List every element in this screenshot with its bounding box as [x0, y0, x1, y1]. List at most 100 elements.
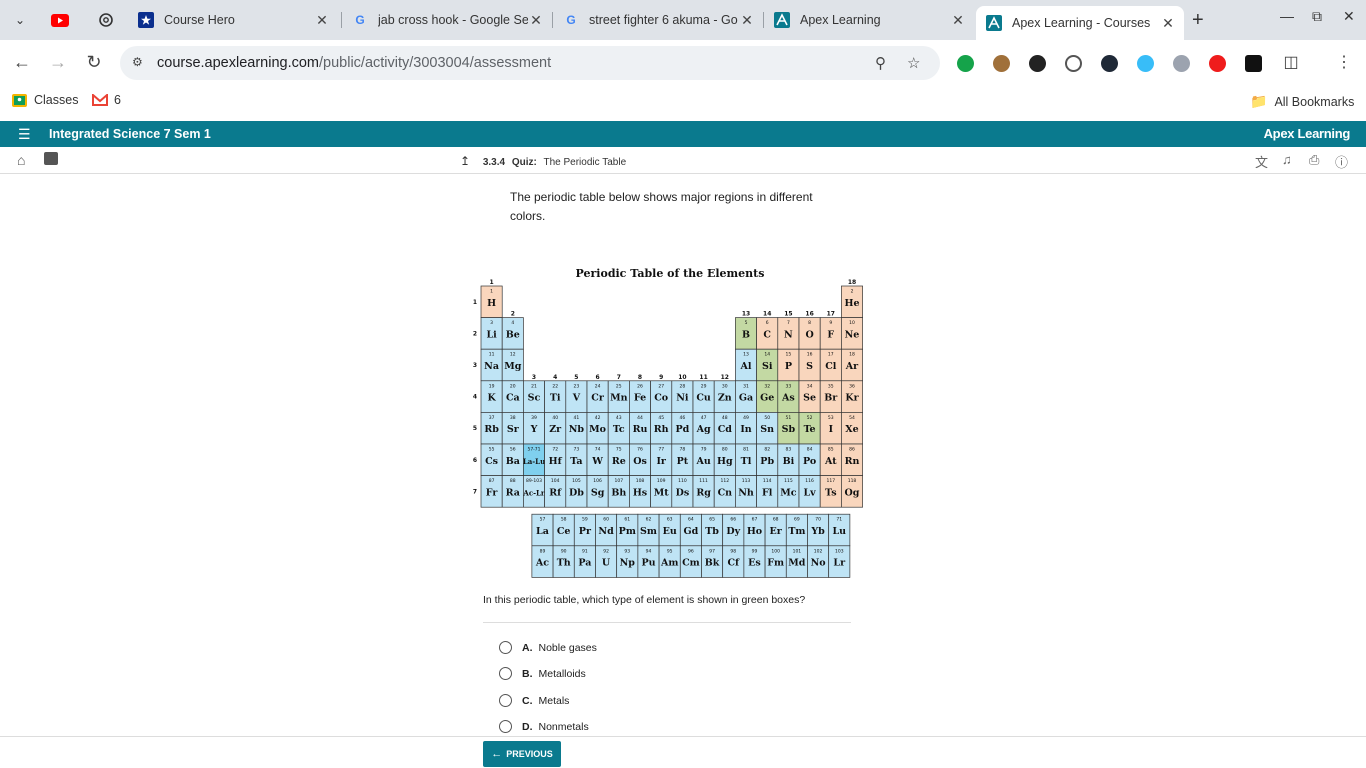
- element-symbol: Nb: [569, 424, 585, 435]
- close-icon: ✕: [1343, 8, 1355, 24]
- element-symbol: Pr: [579, 526, 592, 537]
- all-bookmarks-button[interactable]: 📁 All Bookmarks: [1250, 93, 1354, 110]
- close-icon[interactable]: ✕: [739, 12, 755, 29]
- extension-icon[interactable]: [1101, 55, 1118, 72]
- atomic-number: 22: [552, 383, 558, 389]
- new-tab-button[interactable]: +: [1192, 9, 1204, 32]
- element-symbol: Cn: [718, 487, 733, 498]
- print-icon[interactable]: ⎙: [1309, 152, 1319, 168]
- period-label: 5: [473, 425, 477, 432]
- element-symbol: At: [824, 456, 837, 467]
- atomic-number: 9: [829, 320, 832, 326]
- atomic-number: 91: [582, 548, 588, 554]
- radio-button[interactable]: [499, 667, 512, 680]
- tab-chatgpt[interactable]: [96, 10, 116, 30]
- atomic-number: 27: [658, 383, 664, 389]
- bookmark-gmail[interactable]: 6: [92, 93, 121, 107]
- quiz-content: The periodic table below shows major reg…: [0, 175, 1366, 736]
- element-symbol: Rn: [845, 456, 860, 467]
- tab-apex-learning[interactable]: Apex Learning ✕: [764, 6, 974, 34]
- extension-icon[interactable]: [1173, 55, 1190, 72]
- translate-icon[interactable]: 文: [1255, 152, 1268, 171]
- read-aloud-icon[interactable]: ♫: [1282, 152, 1292, 167]
- extension-icon[interactable]: [1029, 55, 1046, 72]
- bookmark-classes[interactable]: Classes: [12, 93, 78, 107]
- element-symbol: Bk: [705, 558, 720, 569]
- atomic-number: 110: [678, 478, 687, 484]
- element-symbol: Ba: [506, 456, 520, 467]
- element-symbol: I: [829, 424, 834, 435]
- element-symbol: Os: [633, 456, 647, 467]
- browser-tab-strip: ⌄ Course Hero ✕ G jab cross hook - Googl…: [0, 0, 1366, 40]
- tab-course-hero[interactable]: Course Hero ✕: [128, 6, 338, 34]
- atomic-number: 38: [510, 415, 516, 421]
- tab-google-search-2[interactable]: G street fighter 6 akuma - Go ✕: [553, 6, 763, 34]
- atomic-number: 101: [793, 548, 802, 554]
- element-symbol: Ag: [696, 424, 711, 435]
- atomic-number: 83: [786, 447, 792, 453]
- extension-icon[interactable]: [1137, 55, 1154, 72]
- close-window-button[interactable]: ✕: [1343, 8, 1355, 25]
- grammarly-extension-icon[interactable]: [957, 55, 974, 72]
- tab-google-search-1[interactable]: G jab cross hook - Google Se ✕: [342, 6, 552, 34]
- element-symbol: Ds: [676, 487, 690, 498]
- atomic-number: 28: [680, 383, 686, 389]
- tab-youtube[interactable]: [50, 10, 70, 30]
- apex-logo: Apex Learning: [1263, 126, 1351, 141]
- element-symbol: V: [572, 393, 581, 404]
- element-symbol: Ac: [535, 558, 549, 569]
- answer-option-a[interactable]: A. Noble gases: [499, 641, 597, 654]
- tab-apex-learning-courses[interactable]: Apex Learning - Courses ✕: [976, 6, 1184, 40]
- menu-icon[interactable]: ☰: [18, 126, 31, 143]
- element-symbol: Dy: [726, 526, 740, 537]
- atomic-number: 60: [603, 517, 609, 523]
- restore-icon: ⧉: [1312, 8, 1322, 24]
- atomic-number: 105: [572, 478, 581, 484]
- atomic-number: 4: [511, 320, 514, 326]
- atomic-number: 3: [490, 320, 493, 326]
- answer-option-b[interactable]: B. Metalloids: [499, 667, 586, 680]
- zoom-icon[interactable]: ⚲: [875, 54, 886, 72]
- answer-option-d[interactable]: D. Nonmetals: [499, 720, 589, 733]
- site-settings-icon[interactable]: ⚙: [132, 55, 143, 69]
- radio-button[interactable]: [499, 694, 512, 707]
- element-symbol: Er: [770, 526, 783, 537]
- minimize-button[interactable]: —: [1280, 8, 1294, 24]
- previous-button[interactable]: ← PREVIOUS: [483, 741, 561, 767]
- address-bar[interactable]: ⚙ course.apexlearning.com/public/activit…: [120, 46, 940, 80]
- restore-button[interactable]: ⧉: [1312, 8, 1322, 25]
- briefcase-icon[interactable]: [44, 152, 58, 165]
- tab-search-button[interactable]: ⌄: [10, 10, 30, 30]
- radio-button[interactable]: [499, 641, 512, 654]
- radio-button[interactable]: [499, 720, 512, 733]
- extensions-puzzle-icon[interactable]: ◫: [1280, 52, 1302, 72]
- bookmark-label: Classes: [34, 93, 79, 107]
- element-symbol: Lr: [833, 558, 846, 569]
- bookmark-star-icon[interactable]: ☆: [907, 54, 920, 72]
- question-prompt: The periodic table below shows major reg…: [510, 190, 813, 223]
- browser-menu-icon[interactable]: ⋮: [1333, 52, 1355, 72]
- element-symbol: Sn: [760, 424, 774, 435]
- close-icon[interactable]: ✕: [528, 12, 544, 29]
- close-icon[interactable]: ✕: [1160, 15, 1176, 32]
- element-symbol: Xe: [845, 424, 858, 435]
- element-symbol: Pb: [760, 456, 774, 467]
- forward-button[interactable]: →: [47, 52, 69, 73]
- close-icon[interactable]: ✕: [314, 12, 330, 29]
- bookmark-label: 6: [114, 93, 121, 107]
- atomic-number: 20: [510, 383, 516, 389]
- reload-button[interactable]: ↻: [83, 52, 105, 73]
- extension-icon[interactable]: [1209, 55, 1226, 72]
- close-icon[interactable]: ✕: [950, 12, 966, 29]
- atomic-number: 87: [489, 478, 495, 484]
- element-symbol: Pa: [578, 558, 591, 569]
- extension-icon[interactable]: [1065, 55, 1082, 72]
- answer-option-c[interactable]: C. Metals: [499, 694, 569, 707]
- cookie-extension-icon[interactable]: [993, 55, 1010, 72]
- home-icon[interactable]: ⌂: [17, 152, 25, 168]
- extension-icon[interactable]: [1245, 55, 1262, 72]
- breadcrumb-up-icon[interactable]: ↥: [460, 154, 470, 168]
- element-symbol: Db: [569, 487, 584, 498]
- help-icon[interactable]: ⓘ: [1335, 152, 1348, 171]
- back-button[interactable]: ←: [11, 52, 33, 73]
